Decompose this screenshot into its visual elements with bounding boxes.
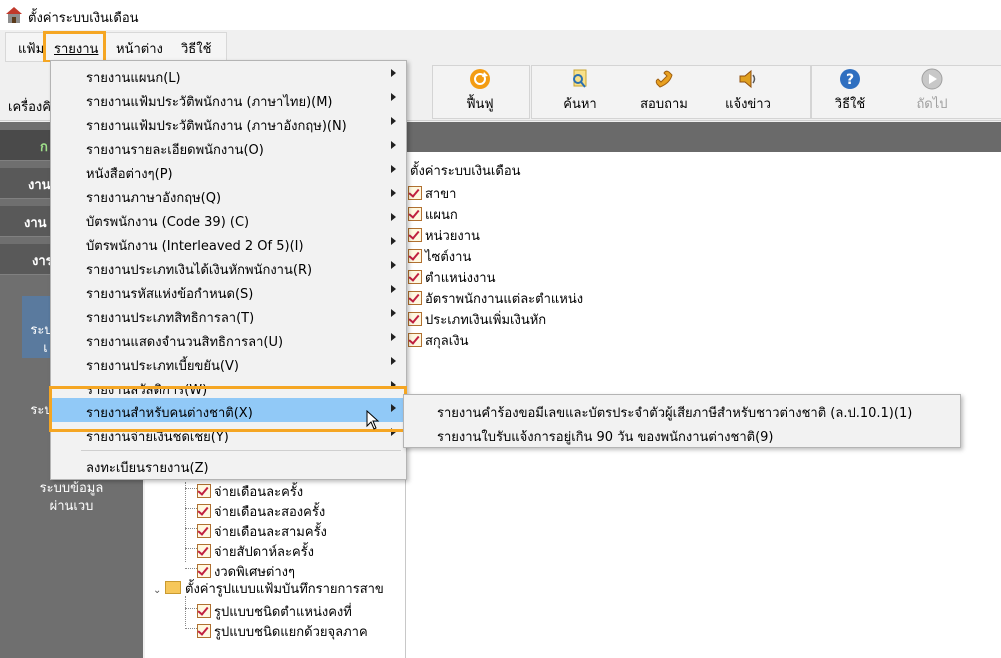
report-menu-highlight	[43, 31, 106, 63]
tree-item-unit[interactable]: หน่วยงาน	[408, 225, 480, 246]
check-icon	[197, 544, 211, 558]
menu-item-regulation-codes[interactable]: รายงานรหัสแห่งข้อกำหนด(S)	[51, 279, 406, 303]
chevron-right-icon	[391, 237, 396, 245]
check-icon	[408, 333, 422, 347]
menu-item-employee-profile-english[interactable]: รายงานแฟ้มประวัติพนักงาน (ภาษาอังกฤษ)(N)	[51, 111, 406, 135]
check-icon	[197, 604, 211, 618]
tree-item-monthly-twice[interactable]: จ่ายเดือนละสองครั้ง	[197, 501, 325, 522]
menu-item-english-reports[interactable]: รายงานภาษาอังกฤษ(Q)	[51, 183, 406, 207]
menu-help[interactable]: วิธีใช้	[181, 38, 211, 59]
tree-item-position[interactable]: ตำแหน่งงาน	[408, 267, 495, 288]
menu-file[interactable]: แฟ้ม	[18, 38, 44, 59]
phone-icon	[655, 70, 673, 88]
app-icon	[6, 7, 22, 23]
title-bar: ตั้งค่าระบบเงินเดือน	[0, 0, 1001, 30]
menu-item-register-reports[interactable]: ลงทะเบียนรายงาน(Z)	[51, 453, 406, 477]
chevron-right-icon	[391, 213, 396, 221]
menu-item-diligence-allowance[interactable]: รายงานประเภทเบี้ยขยัน(V)	[51, 351, 406, 375]
tree-item-monthly-once[interactable]: จ่ายเดือนละครั้ง	[197, 481, 303, 502]
speaker-icon	[739, 69, 756, 89]
tree-item-branch[interactable]: สาขา	[408, 183, 456, 204]
check-icon	[197, 564, 211, 578]
submenu-item-90-day-report[interactable]: รายงานใบรับแจ้งการอยู่เกิน 90 วัน ของพนั…	[404, 422, 960, 446]
web-data-system-label[interactable]: ระบบข้อมูล	[0, 480, 143, 498]
refresh-button[interactable]: ฟื้นฟู	[440, 62, 520, 114]
announce-button[interactable]: แจ้งข่าว	[708, 62, 788, 114]
tree-root[interactable]: ตั้งค่าระบบเงินเดือน	[410, 160, 521, 181]
tree-item-monthly-thrice[interactable]: จ่ายเดือนละสามครั้ง	[197, 521, 327, 542]
tree-item-comma-separated[interactable]: รูปแบบชนิดแยกด้วยจุลภาค	[197, 621, 368, 642]
menu-item-card-interleaved[interactable]: บัตรพนักงาน (Interleaved 2 Of 5)(I)	[51, 231, 406, 255]
check-icon	[197, 504, 211, 518]
check-icon	[197, 524, 211, 538]
chevron-right-icon	[391, 333, 396, 341]
check-icon	[408, 270, 422, 284]
check-icon	[197, 624, 211, 638]
tree-folder-format[interactable]: ⌄ ตั้งค่ารูปแบบแฟ้มบันทึกรายการสาข	[153, 578, 384, 599]
search-icon	[573, 69, 587, 88]
chevron-right-icon	[391, 165, 396, 173]
menu-item-card-code39[interactable]: บัตรพนักงาน (Code 39) (C)	[51, 207, 406, 231]
menu-item-employee-details[interactable]: รายงานรายละเอียดพนักงาน(O)	[51, 135, 406, 159]
chevron-right-icon	[391, 261, 396, 269]
inquiry-button[interactable]: สอบถาม	[624, 62, 704, 114]
check-icon	[408, 291, 422, 305]
tree-item-site[interactable]: ไซต์งาน	[408, 246, 471, 267]
chevron-right-icon	[391, 117, 396, 125]
menu-item-employee-profile-thai[interactable]: รายงานแฟ้มประวัติพนักงาน (ภาษาไทย)(M)	[51, 87, 406, 111]
tree-item-department[interactable]: แผนก	[408, 204, 458, 225]
folder-icon	[165, 581, 181, 594]
chevron-right-icon	[391, 93, 396, 101]
check-icon	[408, 312, 422, 326]
foreigner-submenu: รายงานคำร้องขอมีเลขและบัตรประจำตัวผู้เสี…	[403, 394, 961, 448]
toolbar-calculator-label[interactable]: เครื่องคิ	[8, 96, 51, 117]
help-icon: ?	[840, 69, 860, 89]
next-icon	[921, 68, 943, 90]
check-icon	[408, 228, 422, 242]
check-icon	[197, 484, 211, 498]
check-icon	[408, 207, 422, 221]
chevron-right-icon	[391, 69, 396, 77]
menu-item-letters[interactable]: หนังสือต่างๆ(P)	[51, 159, 406, 183]
menu-item-leave-types[interactable]: รายงานประเภทสิทธิการลา(T)	[51, 303, 406, 327]
check-icon	[408, 249, 422, 263]
menu-item-department-report[interactable]: รายงานแผนก(L)	[51, 63, 406, 87]
foreigner-menu-highlight	[49, 386, 407, 432]
refresh-icon	[470, 69, 490, 89]
tree-item-income-deduction-type[interactable]: ประเภทเงินเพิ่มเงินหัก	[408, 309, 546, 330]
menu-item-income-deduction-types[interactable]: รายงานประเภทเงินได้เงินหักพนักงาน(R)	[51, 255, 406, 279]
tree-item-weekly[interactable]: จ่ายสัปดาห์ละครั้ง	[197, 541, 314, 562]
chevron-right-icon	[391, 309, 396, 317]
chevron-right-icon	[391, 357, 396, 365]
tree-item-fixed-position[interactable]: รูปแบบชนิดตำแหน่งคงที่	[197, 601, 352, 622]
menu-window[interactable]: หน้าต่าง	[116, 38, 163, 59]
tree-item-currency[interactable]: สกุลเงิน	[408, 330, 468, 351]
window-title: ตั้งค่าระบบเงินเดือน	[28, 11, 139, 26]
next-button: ถัดไป	[892, 62, 972, 114]
mouse-cursor-icon	[366, 410, 380, 430]
check-icon	[408, 186, 422, 200]
help-button[interactable]: ? วิธีใช้	[810, 62, 890, 114]
menu-item-leave-entitlement[interactable]: รายงานแสดงจำนวนสิทธิการลา(U)	[51, 327, 406, 351]
chevron-right-icon	[391, 285, 396, 293]
chevron-down-icon[interactable]: ⌄	[153, 585, 165, 596]
svg-text:?: ?	[846, 72, 854, 88]
search-button[interactable]: ค้นหา	[540, 62, 620, 114]
submenu-item-tax-id-request[interactable]: รายงานคำร้องขอมีเลขและบัตรประจำตัวผู้เสี…	[404, 398, 960, 422]
chevron-right-icon	[391, 141, 396, 149]
tree-item-staffing-rate[interactable]: อัตราพนักงานแต่ละตำแหน่ง	[408, 288, 583, 309]
chevron-right-icon	[391, 189, 396, 197]
